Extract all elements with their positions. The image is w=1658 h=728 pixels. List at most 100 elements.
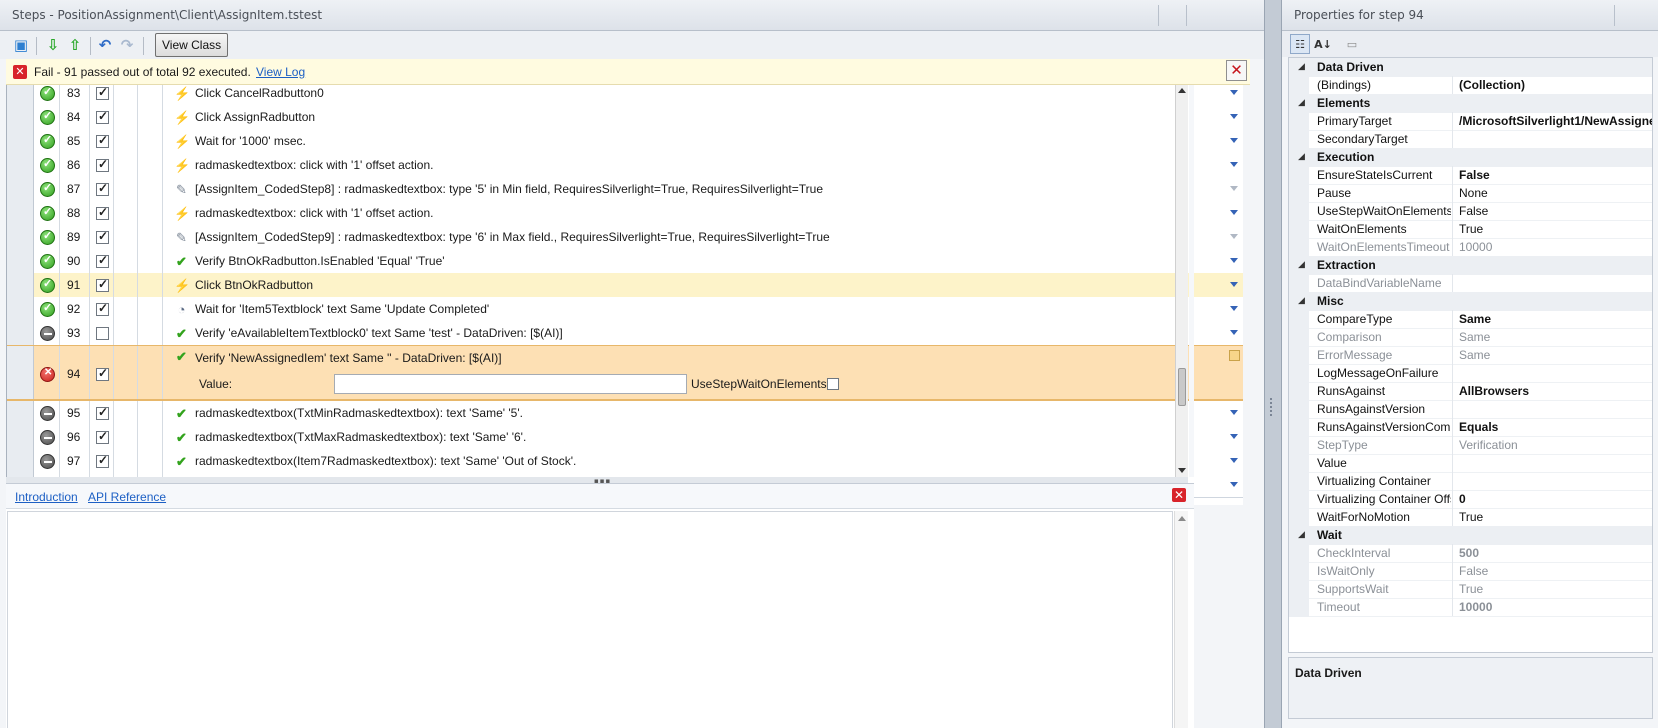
step-enabled-checkbox[interactable] — [96, 327, 109, 340]
property-value[interactable]: Equals — [1459, 420, 1652, 434]
property-value[interactable]: False — [1459, 204, 1652, 218]
collapse-caret-icon[interactable]: ◢ — [1298, 151, 1305, 162]
collapse-caret-icon[interactable]: ◢ — [1298, 529, 1305, 540]
collapse-caret-icon[interactable]: ◢ — [1298, 61, 1305, 72]
scroll-up-icon[interactable] — [1178, 88, 1186, 93]
step-row[interactable]: 93 ✔ Verify 'eAvailableItemTextblock0' tex… — [7, 321, 1243, 346]
property-category[interactable]: ◢ Execution — [1289, 148, 1652, 167]
row-gutter[interactable] — [7, 401, 34, 425]
row-gutter[interactable] — [7, 273, 34, 297]
property-value[interactable]: AllBrowsers — [1459, 384, 1652, 398]
step-enabled-checkbox[interactable] — [96, 133, 109, 148]
property-row[interactable]: Timeout 10000 — [1289, 598, 1652, 617]
step-enabled-checkbox[interactable] — [96, 405, 109, 420]
property-value[interactable]: (Collection) — [1459, 78, 1652, 92]
property-value[interactable]: True — [1459, 222, 1652, 236]
step-dropdown-icon[interactable] — [1230, 258, 1238, 263]
property-row[interactable]: CompareType Same — [1289, 310, 1652, 329]
step-enabled-checkbox[interactable] — [96, 429, 109, 444]
step-dropdown-icon[interactable] — [1230, 434, 1238, 439]
steps-scrollbar[interactable] — [1175, 85, 1188, 477]
property-value[interactable]: False — [1459, 564, 1652, 578]
row-gutter[interactable] — [7, 225, 34, 249]
redo-icon[interactable]: ↷ — [116, 35, 138, 55]
property-row[interactable]: StepType Verification — [1289, 436, 1652, 455]
step-row[interactable]: 97 ✔ radmaskedtextbox(Item7Radmaskedtextbo… — [7, 449, 1243, 474]
move-down-icon[interactable]: ⇩ — [42, 35, 64, 55]
row-gutter[interactable] — [7, 85, 34, 105]
close-status-button[interactable]: ✕ — [1226, 60, 1247, 81]
scroll-thumb[interactable] — [1178, 368, 1186, 406]
step-row[interactable]: 92 ◔ Wait for 'Item5Textblock' text Same '… — [7, 297, 1243, 322]
property-row[interactable]: EnsureStateIsCurrent False — [1289, 166, 1652, 185]
collapse-caret-icon[interactable]: ◢ — [1298, 259, 1305, 270]
step-enabled-checkbox[interactable] — [96, 277, 109, 292]
step-dropdown-icon[interactable] — [1230, 138, 1238, 143]
property-value[interactable]: 10000 — [1459, 600, 1652, 614]
scroll-down-icon[interactable] — [1178, 468, 1186, 473]
step-dropdown-icon[interactable] — [1230, 90, 1238, 95]
close-help-button[interactable]: ✕ — [1172, 488, 1186, 502]
step-row[interactable]: 88 ⚡ radmaskedtextbox: click with '1' offs… — [7, 201, 1243, 226]
step-row[interactable]: 83 ⚡ Click CancelRadbutton0 — [7, 85, 1243, 106]
step-dropdown-icon[interactable] — [1230, 458, 1238, 463]
introduction-link[interactable]: Introduction — [15, 490, 78, 504]
step-row[interactable]: 85 ⚡ Wait for '1000' msec. — [7, 129, 1243, 154]
step-row[interactable]: 95 ✔ radmaskedtextbox(TxtMinRadmaskedtextb… — [7, 401, 1243, 426]
api-reference-link[interactable]: API Reference — [88, 490, 166, 504]
step-dropdown-icon[interactable] — [1230, 186, 1238, 191]
step-dropdown-icon[interactable] — [1230, 482, 1238, 487]
property-value[interactable]: Same — [1459, 312, 1652, 326]
property-pages-icon[interactable]: ▭ — [1342, 34, 1362, 54]
step-dropdown-icon[interactable] — [1230, 306, 1238, 311]
property-row[interactable]: CheckInterval 500 — [1289, 544, 1652, 563]
step-dropdown-icon[interactable] — [1230, 114, 1238, 119]
step-dropdown-icon[interactable] — [1229, 350, 1240, 361]
step-enabled-checkbox[interactable] — [96, 229, 109, 244]
step-enabled-checkbox[interactable] — [96, 301, 109, 316]
property-row[interactable]: PrimaryTarget/MicrosoftSilverlight1/NewA… — [1289, 112, 1652, 131]
property-row[interactable]: DataBindVariableName — [1289, 274, 1652, 293]
step-dropdown-icon[interactable] — [1230, 234, 1238, 239]
property-value[interactable]: None — [1459, 186, 1652, 200]
property-row[interactable]: ErrorMessage Same — [1289, 346, 1652, 365]
categorized-icon[interactable]: ☷ — [1290, 34, 1310, 54]
row-gutter[interactable] — [7, 105, 34, 129]
property-category[interactable]: ◢ Misc — [1289, 292, 1652, 311]
property-row[interactable]: UseStepWaitOnElementsTimeout False — [1289, 202, 1652, 221]
property-category[interactable]: ◢ Extraction — [1289, 256, 1652, 275]
step-row[interactable]: 91 ⚡ Click BtnOkRadbutton — [7, 273, 1243, 298]
property-value[interactable]: Same — [1459, 348, 1652, 362]
property-value[interactable]: True — [1459, 582, 1652, 596]
property-row[interactable]: Value — [1289, 454, 1652, 473]
step-enabled-checkbox[interactable] — [96, 366, 109, 381]
property-value[interactable]: 10000 — [1459, 240, 1652, 254]
step-row[interactable]: 87 ✎ [AssignItem_CodedStep8] : radmaskedte… — [7, 177, 1243, 202]
help-scrollbar[interactable] — [1174, 511, 1188, 728]
property-row[interactable]: (Bindings) (Collection) — [1289, 76, 1652, 95]
property-category[interactable]: ◢ Wait — [1289, 526, 1652, 545]
step-row[interactable]: 90 ✔ Verify BtnOkRadbutton.IsEnabled 'Equa… — [7, 249, 1243, 274]
property-value[interactable]: 0 — [1459, 492, 1652, 506]
row-gutter[interactable] — [7, 449, 34, 473]
step-enabled-checkbox[interactable] — [96, 181, 109, 196]
property-row[interactable]: WaitForNoMotion True — [1289, 508, 1652, 527]
property-value[interactable]: /MicrosoftSilverlight1/NewAssignedIem — [1459, 114, 1652, 128]
undo-icon[interactable]: ↶ — [94, 35, 116, 55]
row-gutter[interactable] — [7, 425, 34, 449]
view-log-link[interactable]: View Log — [256, 65, 305, 79]
property-category[interactable]: ◢ Data Driven — [1289, 58, 1652, 77]
scroll-up-icon[interactable] — [1178, 516, 1186, 521]
step-enabled-checkbox[interactable] — [96, 85, 109, 100]
property-row[interactable]: Virtualizing Container — [1289, 472, 1652, 491]
step-row[interactable]: 86 ⚡ radmaskedtextbox: click with '1' offs… — [7, 153, 1243, 178]
use-step-wait-checkbox[interactable] — [827, 378, 839, 390]
property-row[interactable]: SupportsWait True — [1289, 580, 1652, 599]
row-gutter[interactable] — [7, 321, 34, 345]
step-row[interactable]: 96 ✔ radmaskedtextbox(TxtMaxRadmaskedtextb… — [7, 425, 1243, 450]
splitter-grip-icon[interactable] — [1270, 398, 1275, 416]
property-value[interactable]: Same — [1459, 330, 1652, 344]
row-gutter[interactable] — [7, 346, 34, 399]
property-category[interactable]: ◢ Elements — [1289, 94, 1652, 113]
step-enabled-checkbox[interactable] — [96, 253, 109, 268]
